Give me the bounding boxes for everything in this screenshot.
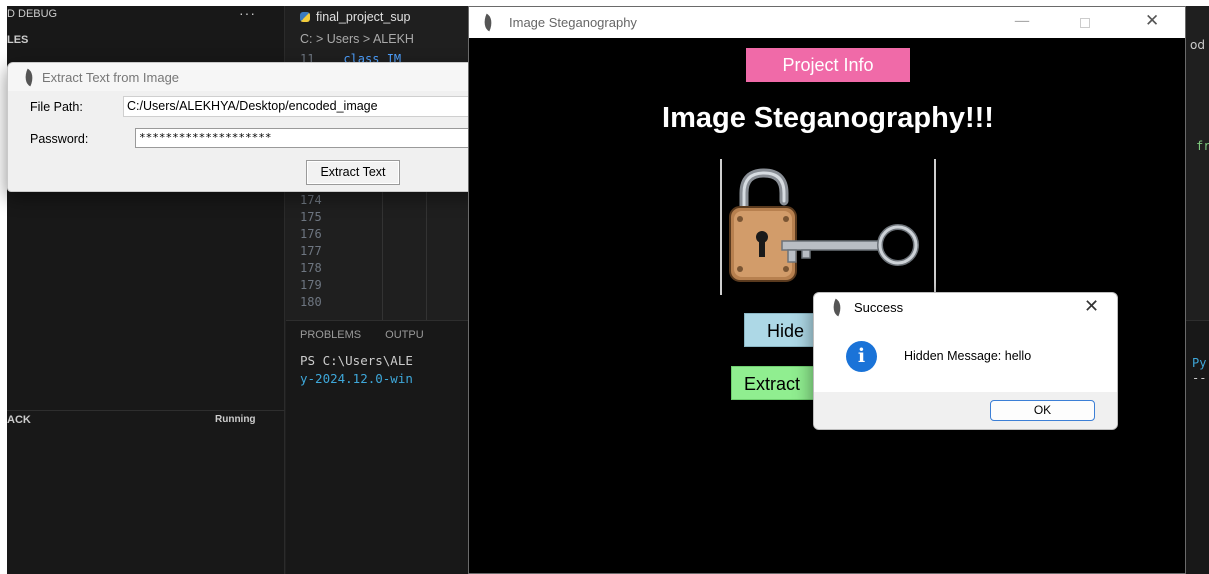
password-input[interactable]: ******************** [135,128,482,148]
window-title: Image Steganography [509,15,637,30]
terminal-edge-text: Py [1192,356,1207,370]
python-file-icon [300,12,310,22]
ok-button[interactable]: OK [990,400,1095,421]
padlock-key-icon [729,168,919,282]
password-label: Password: [30,132,89,146]
image-steganography-window: Image Steganography — ✕ Project Info Ima… [468,6,1186,574]
file-path-label: File Path: [30,100,83,114]
line-number: 177 [300,244,322,258]
terminal-edge-text: -- [1192,371,1207,385]
lock-image [720,159,936,295]
more-actions-icon[interactable]: ··· [239,6,256,21]
indent-guide [426,192,427,320]
info-icon: i [846,341,877,372]
tab-problems[interactable]: PROBLEMS [300,329,361,341]
sidebar-divider [7,410,285,411]
extract-text-dialog: Extract Text from Image File Path: C:/Us… [7,62,483,192]
running-status: Running [215,414,256,425]
line-number: 178 [300,261,322,275]
tab-output[interactable]: OUTPU [385,329,424,341]
line-number-gutter: 174 175 176 177 178 179 180 [300,192,360,311]
message-text: Hidden Message: hello [904,349,1032,363]
feather-icon [480,13,496,32]
close-icon[interactable]: ✕ [1084,296,1099,317]
sidebar-title: D DEBUG [7,8,58,20]
dialog-footer: OK [814,392,1117,429]
terminal-line: y-2024.12.0-win [300,371,413,386]
sidebar-section-call-stack[interactable]: ACK [7,414,31,426]
breadcrumb[interactable]: C: > Users > ALEKH [300,32,414,46]
close-icon[interactable]: ✕ [1145,11,1159,31]
line-number: 174 [300,193,322,207]
panel-tabs: PROBLEMS OUTPU [300,329,424,341]
line-number: 180 [300,295,322,309]
dialog-titlebar[interactable]: Extract Text from Image [8,63,482,91]
feather-icon [829,298,845,317]
editor-edge-text: od [1190,38,1205,52]
dialog-title: Extract Text from Image [42,69,180,85]
line-number: 175 [300,210,322,224]
editor-tab-label: final_project_sup [316,10,411,24]
line-number: 176 [300,227,322,241]
window-titlebar[interactable]: Image Steganography — ✕ [469,7,1185,38]
page-title: Image Steganography!!! [662,102,994,134]
success-dialog: Success ✕ i Hidden Message: hello OK [813,292,1118,430]
minimize-icon[interactable]: — [1014,11,1030,30]
terminal-line: PS C:\Users\ALE [300,353,413,368]
indent-guide [382,192,383,320]
dialog-title: Success [854,300,904,315]
file-path-input[interactable]: C:/Users/ALEKHYA/Desktop/encoded_image [123,96,482,117]
maximize-icon[interactable] [1080,18,1090,28]
sidebar-section-files[interactable]: LES [7,34,28,46]
dialog-titlebar[interactable]: Success ✕ [814,293,1117,321]
editor-edge-text: fr [1196,139,1209,153]
editor-tab[interactable]: final_project_sup [300,6,411,28]
project-info-button[interactable]: Project Info [746,48,910,82]
extract-text-button[interactable]: Extract Text [306,160,400,185]
line-number: 179 [300,278,322,292]
feather-icon [21,68,37,86]
